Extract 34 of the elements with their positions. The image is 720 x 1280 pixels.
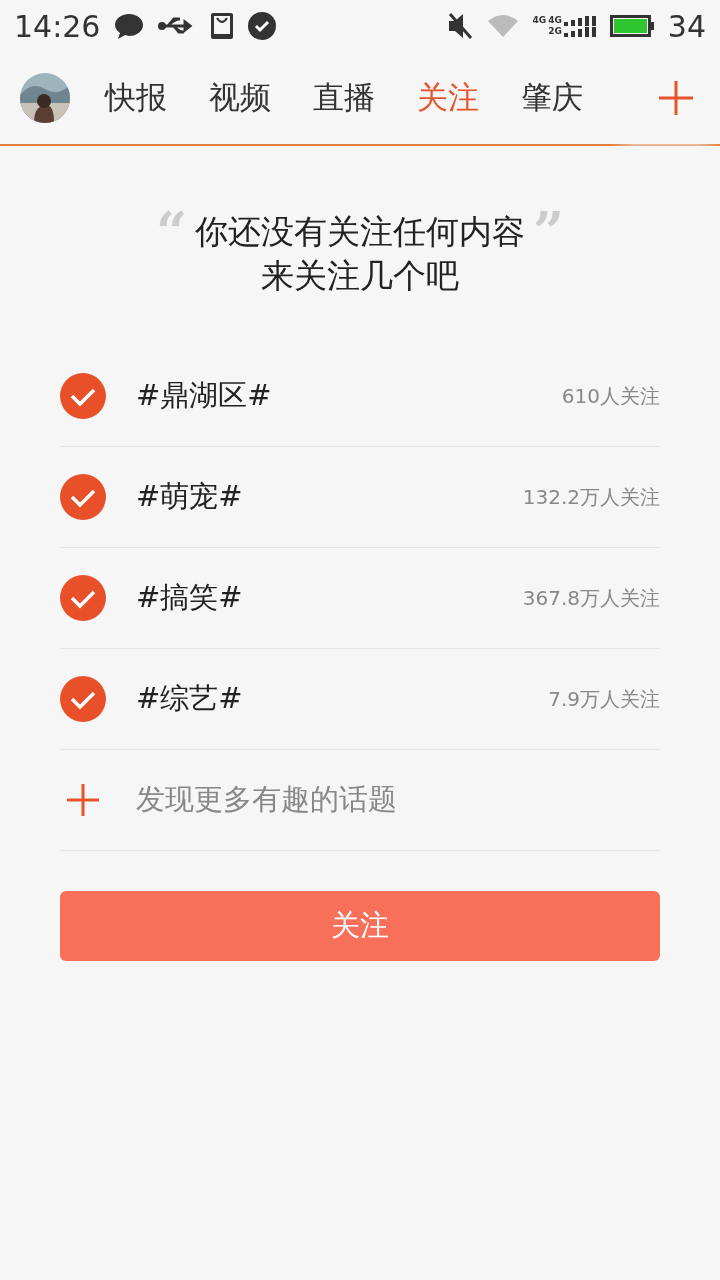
- battery-percentage: 34: [667, 8, 706, 44]
- prompt-text: 来关注几个吧: [261, 255, 459, 297]
- checkbox[interactable]: [60, 373, 106, 419]
- network-label: 4G: [532, 15, 547, 26]
- add-icon[interactable]: [658, 80, 694, 116]
- network-label: 2G: [548, 26, 562, 37]
- follower-count: 610人关注: [561, 382, 660, 410]
- signal-icon: [563, 26, 596, 37]
- open-quote: “: [155, 212, 187, 252]
- topic-name: #综艺#: [136, 680, 244, 717]
- tab[interactable]: 快报: [84, 77, 188, 119]
- clock-time: 14:26: [14, 8, 101, 44]
- wifi-icon: [486, 13, 519, 39]
- empty-message: 你还没有关注任何内容: [195, 211, 525, 253]
- signal-icon: [563, 15, 596, 26]
- tab[interactable]: 直播: [292, 77, 396, 119]
- checkbox[interactable]: [60, 575, 106, 621]
- battery-icon: [609, 13, 654, 39]
- tab[interactable]: 肇庆: [500, 77, 604, 119]
- check-circle-icon: [248, 12, 277, 40]
- network-label: 4G: [548, 15, 562, 26]
- follower-count: 367.8万人关注: [522, 584, 660, 612]
- topic-name: #鼎湖区#: [136, 377, 273, 414]
- follower-count: 132.2万人关注: [522, 483, 660, 511]
- mute-icon: [446, 12, 473, 40]
- follower-count: 7.9万人关注: [548, 685, 660, 713]
- checkbox[interactable]: [60, 676, 106, 722]
- checkbox[interactable]: [60, 474, 106, 520]
- chat-bubble-icon: [114, 12, 145, 40]
- topic-name: #萌宠#: [136, 478, 244, 515]
- tab[interactable]: 视频: [188, 77, 292, 119]
- shopping-bag-icon: [210, 12, 235, 40]
- topic-name: #搞笑#: [136, 579, 244, 616]
- close-quote: ”: [533, 212, 565, 252]
